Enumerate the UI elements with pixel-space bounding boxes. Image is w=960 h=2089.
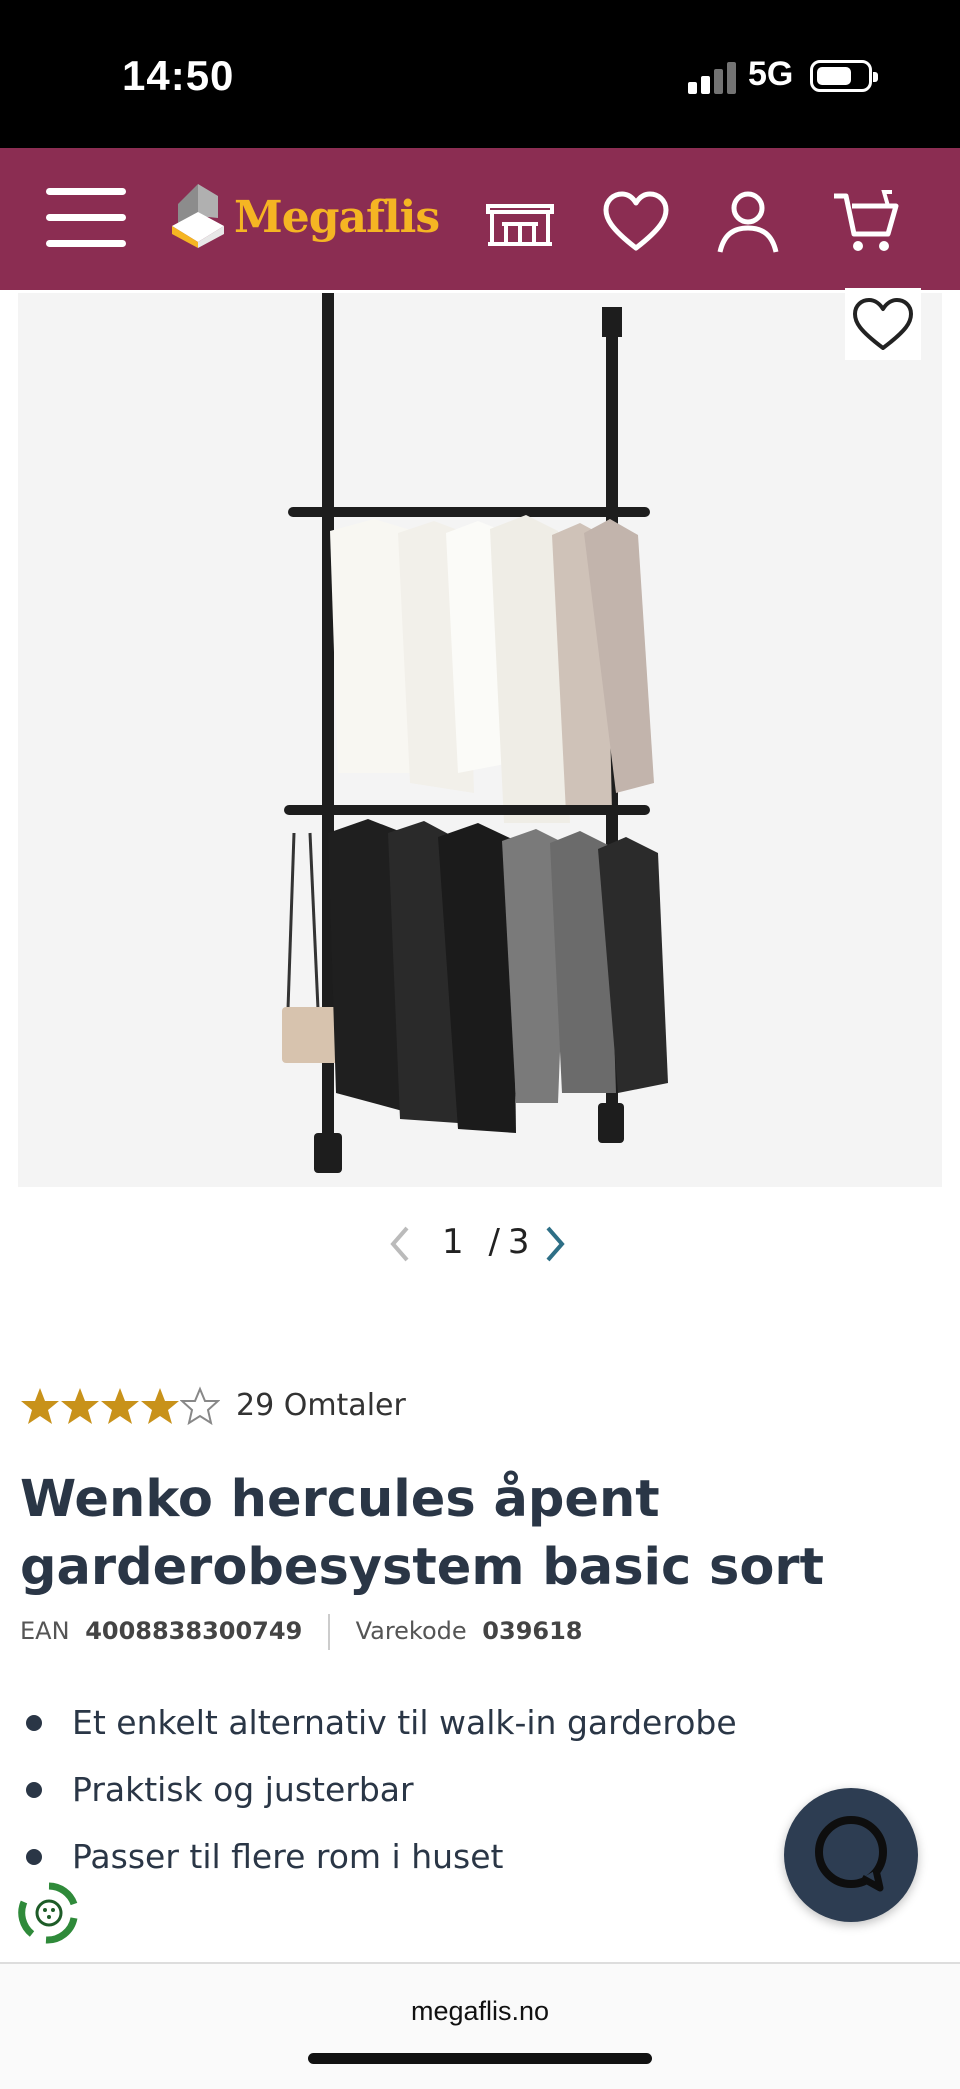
feature-item: Praktisk og justerbar bbox=[20, 1762, 737, 1829]
heart-icon[interactable] bbox=[600, 186, 672, 258]
clothes-rack-illustration bbox=[18, 293, 942, 1187]
network-type: 5G bbox=[748, 55, 794, 93]
url-text[interactable]: megaflis.no bbox=[0, 1996, 960, 2027]
feature-item: Passer til flere rom i huset bbox=[20, 1829, 737, 1896]
recycle-icon[interactable] bbox=[16, 1880, 82, 1946]
star-filled-icon bbox=[141, 1388, 179, 1424]
pager-current: 1 bbox=[442, 1222, 464, 1262]
heart-outline-icon bbox=[853, 298, 913, 350]
rating-stars[interactable] bbox=[20, 1386, 220, 1430]
sku-value: 039618 bbox=[482, 1617, 583, 1645]
browser-url-bar[interactable]: megaflis.no bbox=[0, 1962, 960, 2089]
ean-label: EAN bbox=[20, 1617, 70, 1645]
pager-separator: / bbox=[488, 1222, 500, 1262]
feature-item: Et enkelt alternativ til walk-in gardero… bbox=[20, 1695, 737, 1762]
home-indicator[interactable] bbox=[308, 2053, 652, 2064]
product-title: Wenko hercules åpent garderobesystem bas… bbox=[20, 1470, 824, 1597]
divider bbox=[327, 1614, 330, 1650]
bullet-icon bbox=[26, 1715, 42, 1731]
cart-icon[interactable] bbox=[830, 186, 902, 258]
star-filled-icon bbox=[101, 1388, 139, 1424]
site-header: Megaflis bbox=[0, 148, 960, 290]
signal-icon bbox=[688, 62, 736, 94]
brand-name: Megaflis bbox=[234, 192, 440, 243]
pager-total: 3 bbox=[507, 1222, 530, 1262]
reviews-link[interactable]: 29 Omtaler bbox=[236, 1388, 406, 1423]
chevron-right-icon[interactable] bbox=[540, 1224, 570, 1264]
sku-label: Varekode bbox=[355, 1617, 467, 1645]
battery-icon bbox=[810, 60, 878, 92]
chevron-left-icon[interactable] bbox=[385, 1224, 415, 1264]
product-image[interactable] bbox=[18, 293, 942, 1187]
favorite-button[interactable] bbox=[845, 288, 921, 360]
chat-button[interactable] bbox=[784, 1788, 918, 1922]
chat-icon bbox=[815, 1816, 887, 1892]
brand-logo[interactable]: Megaflis bbox=[168, 182, 440, 262]
star-empty-icon bbox=[180, 1386, 220, 1426]
product-codes: EAN 4008838300749 Varekode 039618 bbox=[20, 1614, 583, 1650]
ean-value: 4008838300749 bbox=[85, 1617, 303, 1645]
bullet-icon bbox=[26, 1849, 42, 1865]
star-filled-icon bbox=[21, 1388, 59, 1424]
logo-mark-icon bbox=[172, 184, 224, 248]
feature-list: Et enkelt alternativ til walk-in gardero… bbox=[20, 1695, 737, 1896]
image-pager: 1 /3 bbox=[380, 1218, 580, 1268]
menu-icon[interactable] bbox=[46, 188, 126, 248]
user-icon[interactable] bbox=[712, 186, 784, 258]
bullet-icon bbox=[26, 1782, 42, 1798]
status-time: 14:50 bbox=[122, 52, 235, 99]
showroom-icon[interactable] bbox=[484, 186, 556, 258]
status-bar: 14:50 5G bbox=[0, 0, 960, 148]
star-filled-icon bbox=[61, 1388, 99, 1424]
